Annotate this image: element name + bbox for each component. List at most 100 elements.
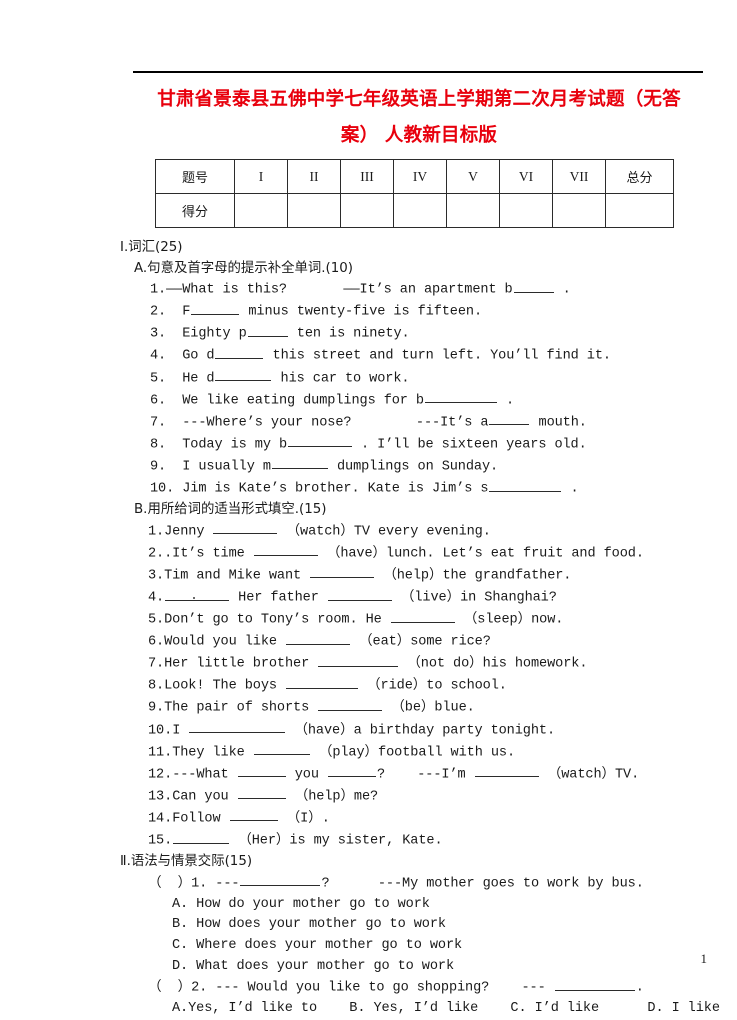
section-1-part-b-heading: B.用所给词的适当形式填空.(15) <box>134 502 327 518</box>
q-number: 3. <box>148 568 165 584</box>
score-table-col-3: III <box>340 159 394 194</box>
answer-blank[interactable] <box>554 977 635 991</box>
score-cell-7[interactable] <box>552 193 606 228</box>
q-text-post: this street and turn left. You’ll find i… <box>264 348 612 364</box>
mc-option-1b[interactable]: B. How does your mother go to work <box>0 915 737 936</box>
q-number: 5. <box>150 371 167 387</box>
question-b-8: 8.Look! The boys （ride）to school. <box>0 675 737 697</box>
q-text-pre: --- Would you like to go shopping? --- <box>207 980 554 996</box>
q-text-pre: ——What is this? ——It’s an apartment b <box>166 282 513 298</box>
question-a-6: 6. We like eating dumplings for b . <box>0 390 737 412</box>
answer-blank[interactable] <box>253 742 310 756</box>
answer-blank[interactable] <box>288 434 352 448</box>
score-cell-2[interactable] <box>287 193 341 228</box>
answer-blank-3[interactable] <box>474 764 539 778</box>
mc-question-1: （ ）1. --- ? ---My mother goes to work by … <box>0 873 737 895</box>
q-text-pre: Go d <box>182 348 215 364</box>
score-cell-total[interactable] <box>605 193 674 228</box>
score-cell-4[interactable] <box>393 193 447 228</box>
answer-blank[interactable] <box>424 390 497 404</box>
q-text-pre: Can you <box>172 789 237 805</box>
score-cell-6[interactable] <box>499 193 553 228</box>
answer-blank[interactable] <box>318 653 399 667</box>
q-number: 1. <box>148 524 165 540</box>
answer-blank-2[interactable] <box>327 764 376 778</box>
q-number: 6. <box>150 393 167 409</box>
mc-option-1a[interactable]: A. How do your mother go to work <box>0 895 737 916</box>
answer-blank[interactable] <box>240 873 321 887</box>
answer-blank[interactable] <box>310 565 375 579</box>
score-cell-3[interactable] <box>340 193 394 228</box>
score-table: 题号 I II III IV V VI VII 总分 得分 <box>155 159 674 228</box>
mc-option-1d[interactable]: D. What does your mother go to work <box>0 957 737 978</box>
question-b-5: 5.Don’t go to Tony’s room. He （sleep）now… <box>0 609 737 631</box>
q-text-post: （not do）his homework. <box>399 656 588 672</box>
q-text-pre: Jim is Kate’s brother. Kate is Jim’s s <box>182 481 489 497</box>
q-number: 1. <box>150 282 167 298</box>
mc-answer-bracket[interactable]: （ ）1. <box>148 876 207 891</box>
answer-blank[interactable] <box>271 456 328 470</box>
score-cell-5[interactable] <box>446 193 500 228</box>
answer-blank[interactable] <box>237 764 286 778</box>
q-text-pre: The pair of shorts <box>164 700 318 716</box>
question-a-8: 8. Today is my b . I’ll be sixteen years… <box>0 434 737 456</box>
answer-blank[interactable] <box>165 587 230 601</box>
q-number: 9. <box>150 459 167 475</box>
answer-blank[interactable] <box>215 345 264 359</box>
answer-blank[interactable] <box>253 543 318 557</box>
question-b-13: 13.Can you （help）me? <box>0 786 737 808</box>
q-text-pre: Tim and Mike want <box>164 568 310 584</box>
mc-option-1c[interactable]: C. Where does your mother go to work <box>0 936 737 957</box>
question-a-9: 9. I usually m dumplings on Sunday. <box>0 456 737 478</box>
question-b-1: 1.Jenny （watch）TV every evening. <box>0 521 737 543</box>
q-text-pre: ---Where’s your nose? ---It’s a <box>182 415 489 431</box>
q-text-post: （I）. <box>278 811 330 827</box>
question-a-3: 3. Eighty p ten is ninety. <box>0 323 737 345</box>
answer-blank[interactable] <box>286 675 358 689</box>
answer-blank[interactable] <box>489 412 530 426</box>
q-text-pre: Follow <box>172 811 229 827</box>
q-number: 2. <box>148 546 165 562</box>
q-text-post: （have）a birthday party tonight. <box>286 723 556 739</box>
q-text-post: （help）the grandfather. <box>375 568 572 584</box>
q-text-pre: Jenny <box>164 524 213 540</box>
answer-blank[interactable] <box>247 323 288 337</box>
answer-blank[interactable] <box>286 631 350 645</box>
answer-blank[interactable] <box>489 478 562 492</box>
q-text-post: （help）me? <box>286 789 379 805</box>
q-text-pre: Don’t go to Tony’s room. He <box>164 612 390 628</box>
question-b-9: 9.The pair of shorts （be）blue. <box>0 697 737 719</box>
answer-blank[interactable] <box>189 720 286 734</box>
answer-blank[interactable] <box>237 786 286 800</box>
question-b-12: 12.---What you ? ---I’m （watch）TV. <box>0 764 737 786</box>
answer-blank[interactable] <box>513 279 554 293</box>
q-number: 8. <box>150 437 167 453</box>
score-table-col-2: II <box>287 159 341 194</box>
answer-blank[interactable] <box>318 697 383 711</box>
answer-blank[interactable] <box>173 830 230 844</box>
answer-blank[interactable] <box>191 301 240 315</box>
question-a-7: 7. ---Where’s your nose? ---It’s a mouth… <box>0 412 737 434</box>
q-text-post: . <box>554 282 571 298</box>
exam-paper-page: 甘肃省景泰县五佛中学七年级英语上学期第二次月考试题（无答 案） 人教新目标版 题… <box>0 0 737 1020</box>
q-text-post: . <box>562 481 579 497</box>
title-line-2: 案） 人教新目标版 <box>340 125 498 146</box>
question-b-15: 15. （Her）is my sister, Kate. <box>0 830 737 852</box>
question-b-4: 4. Her father （live）in Shanghai? <box>0 587 737 609</box>
q-number: 13. <box>148 789 173 805</box>
q-text-post: minus twenty-five is fifteen. <box>240 304 483 320</box>
score-cell-1[interactable] <box>234 193 288 228</box>
answer-blank[interactable] <box>215 368 272 382</box>
answer-blank[interactable] <box>390 609 455 623</box>
answer-blank-2[interactable] <box>327 587 392 601</box>
mc-options-2-inline[interactable]: A.Yes, I’d like to B. Yes, I’d like C. I… <box>0 999 737 1020</box>
q-text-post: （have）lunch. Let’s eat fruit and food. <box>318 546 644 562</box>
q-text-pre: Her little brother <box>164 656 318 672</box>
q-text-post: （sleep）now. <box>455 612 564 628</box>
q-text-post: you <box>286 767 327 783</box>
q-number: 7. <box>148 656 165 672</box>
answer-blank[interactable] <box>229 808 278 822</box>
question-a-1: 1.——What is this? ——It’s an apartment b … <box>0 279 737 301</box>
mc-answer-bracket[interactable]: （ ）2. <box>148 981 207 996</box>
answer-blank[interactable] <box>213 521 278 535</box>
